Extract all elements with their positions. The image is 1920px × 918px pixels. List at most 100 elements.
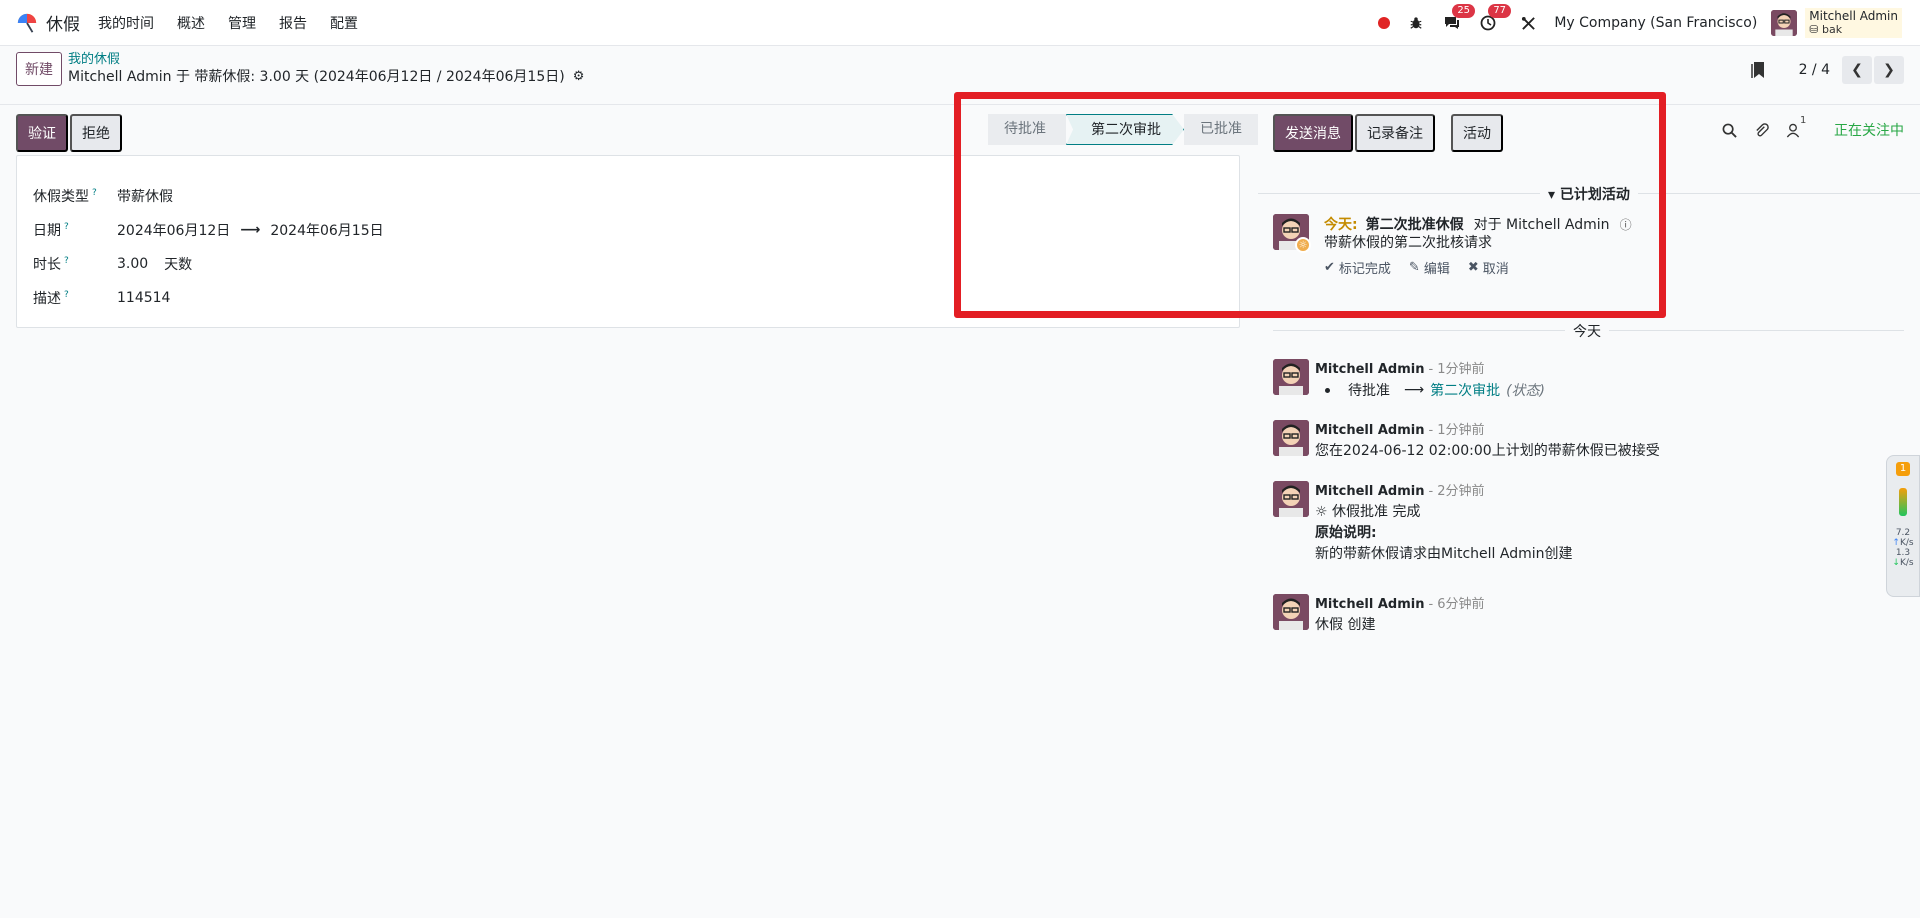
- chat-badge: 25: [1452, 4, 1476, 18]
- top-navbar: 休假 我的时间 概述 管理 报告 配置 25 77 My Company (Sa…: [0, 0, 1920, 46]
- up-arrow-icon: ↑: [1892, 538, 1900, 548]
- company-switcher[interactable]: My Company (San Francisco): [1554, 15, 1757, 31]
- gear-icon[interactable]: ⚙: [573, 68, 585, 86]
- chat-icon[interactable]: 25: [1442, 4, 1476, 33]
- download-unit-text: K/s: [1899, 558, 1914, 568]
- activity-description: 带薪休假的第二次批核请求: [1324, 235, 1492, 251]
- today-separator: 今天: [1565, 321, 1609, 341]
- menu-management[interactable]: 管理: [228, 13, 256, 33]
- description-label: 描述?: [33, 288, 117, 308]
- activity-header: 今天: 第二次批准休假 对于 Mitchell Admin ⓘ: [1324, 214, 1632, 234]
- planned-activities-toggle[interactable]: ▾ 已计划活动: [1540, 184, 1638, 204]
- menu-my-time[interactable]: 我的时间: [98, 13, 154, 33]
- message-author[interactable]: Mitchell Admin - 1分钟前: [1315, 419, 1485, 438]
- mark-done-button[interactable]: ✔ 标记完成: [1324, 258, 1391, 277]
- pager-previous-button[interactable]: ❮: [1842, 56, 1872, 84]
- download-unit: ↓K/s: [1892, 558, 1913, 568]
- pager: 2 / 4 ❮ ❯: [1750, 56, 1904, 84]
- message-time: - 2分钟前: [1428, 484, 1485, 499]
- record-title: Mitchell Admin 于 带薪休假: 3.00 天 (2024年06月1…: [68, 68, 584, 86]
- refuse-button[interactable]: 拒绝: [70, 114, 122, 152]
- date-to-value[interactable]: 2024年06月15日: [270, 220, 383, 240]
- arrow-right-icon: ⟶: [240, 222, 261, 238]
- paperclip-icon[interactable]: [1752, 121, 1770, 139]
- duration-value[interactable]: 3.00: [117, 256, 148, 272]
- pencil-icon: ✎: [1408, 260, 1420, 275]
- followers-user-icon[interactable]: 1: [1784, 115, 1806, 139]
- message-avatar[interactable]: [1273, 420, 1309, 456]
- description-value[interactable]: 114514: [117, 290, 170, 306]
- widget-level-bar: [1899, 488, 1907, 516]
- search-icon[interactable]: [1720, 121, 1738, 139]
- field-description: 描述? 114514: [33, 288, 170, 308]
- app-brand[interactable]: 休假: [16, 10, 98, 35]
- following-button[interactable]: 正在关注中: [1834, 120, 1904, 140]
- bug-icon[interactable]: [1406, 13, 1426, 33]
- bookmark-icon[interactable]: [1750, 61, 1765, 79]
- field-dates: 日期? 2024年06月12日 ⟶ 2024年06月15日: [33, 220, 384, 240]
- breadcrumb: 新建 我的休假 Mitchell Admin 于 带薪休假: 3.00 天 (2…: [16, 52, 584, 86]
- help-icon[interactable]: ?: [64, 290, 69, 300]
- log-note-button[interactable]: 记录备注: [1355, 114, 1435, 152]
- info-icon[interactable]: ⓘ: [1620, 216, 1632, 233]
- stage-to-approve[interactable]: 待批准: [988, 114, 1066, 145]
- duration-unit: 天数: [164, 257, 193, 273]
- menu-configuration[interactable]: 配置: [330, 13, 358, 33]
- network-speed-widget[interactable]: 1 7.2 ↑ K/s 1.3 ↓K/s: [1886, 455, 1920, 597]
- mark-done-label: 标记完成: [1338, 262, 1391, 277]
- message-activity-text: 休假批准 完成: [1332, 504, 1421, 520]
- duration-label-text: 时长: [33, 257, 61, 273]
- message-author[interactable]: Mitchell Admin - 2分钟前: [1315, 480, 1485, 499]
- dates-label: 日期?: [33, 220, 117, 240]
- stage-approved[interactable]: 已批准: [1184, 114, 1258, 145]
- menu-reporting[interactable]: 报告: [279, 13, 307, 33]
- record-title-text: Mitchell Admin 于 带薪休假: 3.00 天 (2024年06月1…: [68, 69, 565, 85]
- help-icon[interactable]: ?: [64, 222, 69, 232]
- message-body: 您在2024-06-12 02:00:00上计划的带薪休假已被接受: [1315, 443, 1660, 459]
- message-author[interactable]: Mitchell Admin - 1分钟前: [1315, 358, 1485, 377]
- help-icon[interactable]: ?: [64, 256, 69, 266]
- message-original-note-label: 原始说明:: [1315, 525, 1377, 541]
- tracking-new-value: 第二次审批: [1430, 383, 1501, 399]
- pager-value[interactable]: 2 / 4: [1799, 62, 1830, 78]
- message-time: - 1分钟前: [1428, 362, 1485, 377]
- activity-clock-icon[interactable]: 77: [1478, 4, 1512, 33]
- cancel-button[interactable]: ✖ 取消: [1468, 258, 1509, 277]
- upload-speed: 7.2: [1895, 528, 1911, 538]
- leave-type-value[interactable]: 带薪休假: [117, 186, 173, 206]
- new-button[interactable]: 新建: [16, 52, 62, 86]
- message-author-name: Mitchell Admin: [1315, 423, 1425, 438]
- message-avatar[interactable]: [1273, 594, 1309, 630]
- widget-badge: 1: [1896, 462, 1910, 476]
- tracking-old-value: 待批准: [1348, 383, 1390, 399]
- field-duration: 时长? 3.00 天数: [33, 254, 192, 274]
- activity-badge: 77: [1488, 4, 1512, 18]
- send-message-button[interactable]: 发送消息: [1273, 114, 1353, 152]
- user-menu[interactable]: Mitchell Admin ⛁ bak: [1805, 8, 1902, 38]
- caret-down-icon: ▾: [1548, 187, 1560, 203]
- menu-overview[interactable]: 概述: [177, 13, 205, 33]
- message-original-note: 新的带薪休假请求由Mitchell Admin创建: [1315, 546, 1573, 562]
- message-author[interactable]: Mitchell Admin - 6分钟前: [1315, 593, 1485, 612]
- activity-assignee: 对于 Mitchell Admin: [1473, 217, 1610, 233]
- download-speed: 1.3: [1895, 548, 1911, 558]
- edit-button[interactable]: ✎ 编辑: [1409, 258, 1450, 277]
- stage-second-approval[interactable]: 第二次审批: [1066, 114, 1184, 145]
- message-avatar[interactable]: [1273, 481, 1309, 517]
- validate-button[interactable]: 验证: [16, 114, 68, 152]
- tools-icon[interactable]: [1518, 13, 1538, 33]
- chevron-right-icon: ❯: [1883, 62, 1895, 78]
- message-author-name: Mitchell Admin: [1315, 597, 1425, 612]
- help-icon[interactable]: ?: [92, 188, 97, 198]
- activities-button[interactable]: 活动: [1451, 114, 1503, 152]
- date-from-value[interactable]: 2024年06月12日: [117, 220, 230, 240]
- user-avatar[interactable]: [1771, 10, 1798, 36]
- cancel-label: 取消: [1482, 262, 1509, 277]
- pager-next-button[interactable]: ❯: [1874, 56, 1904, 84]
- dates-label-text: 日期: [33, 223, 61, 239]
- edit-label: 编辑: [1423, 262, 1450, 277]
- message-avatar[interactable]: [1273, 359, 1309, 395]
- breadcrumb-parent-link[interactable]: 我的休假: [68, 52, 584, 68]
- check-icon: ✔: [1324, 260, 1335, 275]
- recording-icon[interactable]: [1378, 17, 1391, 29]
